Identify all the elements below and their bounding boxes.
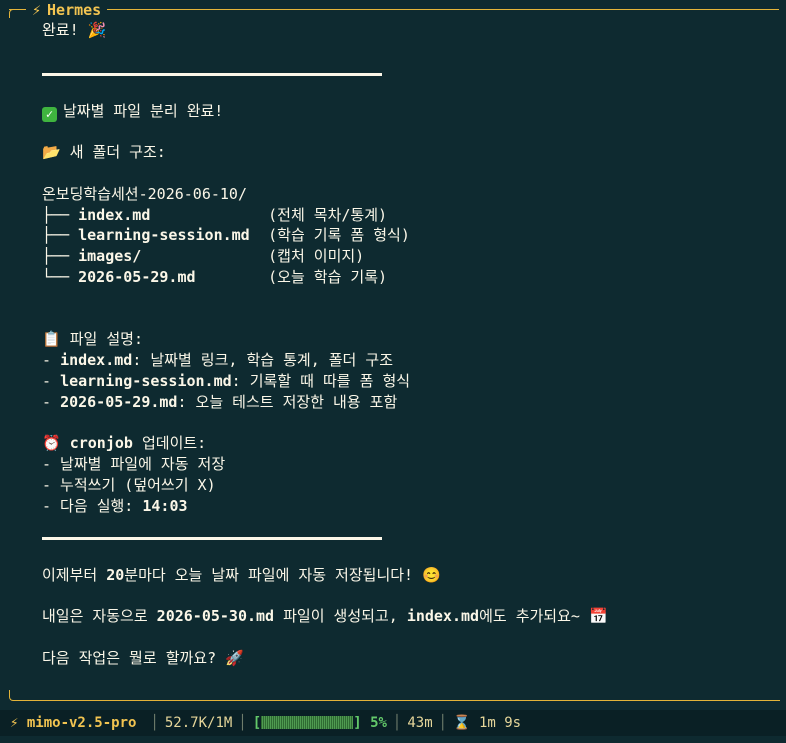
lightning-icon: ⚡ — [10, 715, 27, 731]
tree-item: ├── learning-session.md (학습 기록 폼 형식) — [42, 226, 410, 245]
context-percent: 5% — [370, 715, 387, 731]
context-bar: [] — [252, 715, 362, 731]
separator: │ — [438, 715, 448, 731]
done-line: 완료! 🎉 — [42, 21, 107, 39]
cron-next: - 다음 실행: 14:03 — [42, 496, 188, 515]
separator: │ — [392, 715, 402, 731]
heading-text: 날짜별 파일 분리 완료! — [63, 101, 224, 120]
check-icon: ✓ — [42, 106, 57, 122]
alarm-clock-icon: ⏰ — [42, 434, 61, 453]
frame-bottom-border — [9, 690, 780, 701]
duration: ⌛ 1m 9s — [453, 715, 522, 731]
status-bar: ⚡ mimo-v2.5-pro │ 52.7K/1M │ [] 5% │ 43m… — [0, 710, 786, 736]
next-task-question: 다음 작업은 뭘로 할까요? 🚀 — [42, 648, 244, 667]
folder-tree: ├── index.md (전체 목차/통계) ├── learning-sess… — [42, 205, 762, 288]
tree-item: └── 2026-05-29.md (오늘 학습 기록) — [42, 267, 388, 286]
app-title: Hermes — [47, 1, 102, 19]
frame-top-border — [9, 9, 779, 10]
folder-heading: 📂 새 폴더 구조: — [42, 143, 166, 162]
file-desc-item: - learning-session.md: 기록할 때 따를 폼 형식 — [42, 371, 411, 390]
divider — [42, 72, 382, 76]
hourglass-icon: ⌛ — [453, 715, 479, 731]
assistant-message: 완료! 🎉 ✓ 날짜별 파일 분리 완료! 📂 새 폴더 구조: 온보딩학습세션-… — [42, 20, 762, 669]
window-title: ⚡ Hermes — [26, 1, 108, 19]
file-desc-item: - 2026-05-29.md: 오늘 테스트 저장한 내용 포함 — [42, 392, 398, 411]
tomorrow-line: 내일은 자동으로 2026-05-30.md 파일이 생성되고, index.m… — [42, 607, 608, 626]
divider — [42, 536, 382, 540]
context-bar-fill — [261, 716, 354, 729]
separator: │ — [150, 715, 159, 731]
elapsed-time: 43m — [407, 715, 433, 731]
cron-heading: ⏰ cronjob 업데이트: — [42, 434, 207, 453]
heading-line: ✓ 날짜별 파일 분리 완료! — [42, 101, 762, 122]
cron-item: - 누적쓰기 (덮어쓰기 X) — [42, 475, 216, 494]
file-desc-item: - index.md: 날짜별 링크, 학습 통계, 폴더 구조 — [42, 351, 393, 370]
tree-item: ├── images/(캡처 이미지) — [42, 247, 365, 266]
root-folder: 온보딩학습세션-2026-06-10/ — [42, 184, 247, 203]
files-heading: 📋 파일 설명: — [42, 330, 143, 349]
cron-item: - 날짜별 파일에 자동 저장 — [42, 455, 226, 474]
frame-corner — [9, 9, 20, 18]
model-indicator: ⚡ mimo-v2.5-pro — [10, 715, 137, 731]
tree-item: ├── index.md (전체 목차/통계) — [42, 205, 388, 224]
token-count: 52.7K/1M — [164, 715, 233, 731]
separator: │ — [238, 715, 247, 731]
lightning-icon: ⚡ — [32, 1, 42, 19]
summary-line: 이제부터 20분마다 오늘 날짜 파일에 자동 저장됩니다! 😊 — [42, 565, 441, 584]
